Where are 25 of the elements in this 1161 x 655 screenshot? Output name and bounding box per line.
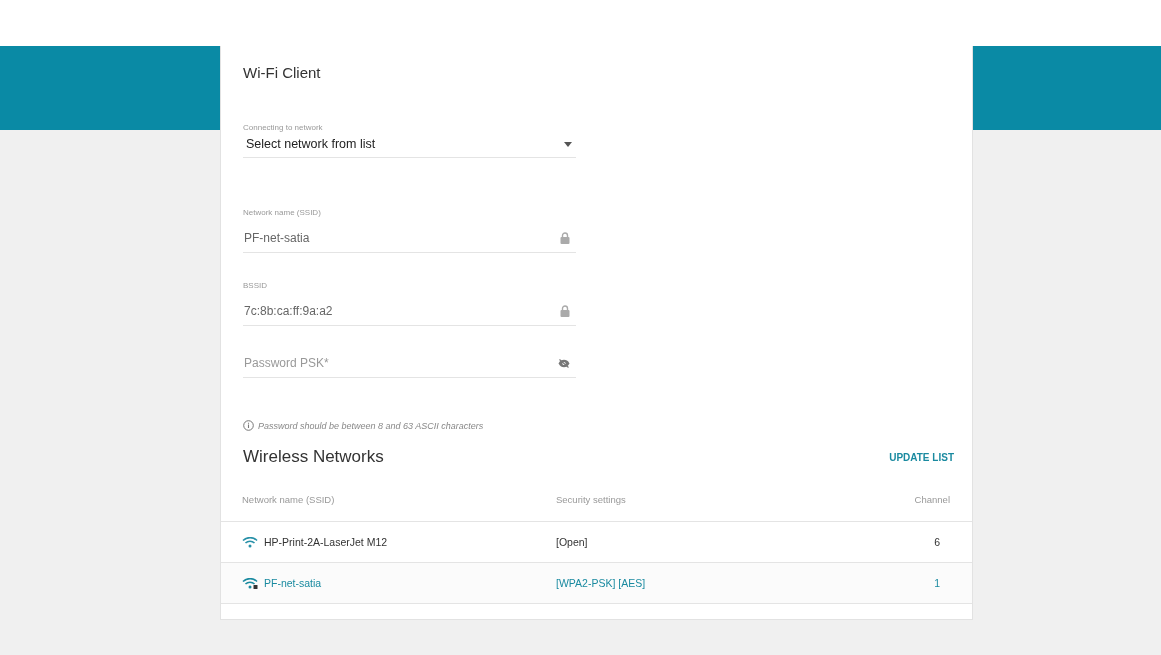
lock-icon — [560, 305, 570, 317]
input-field[interactable]: 7c:8b:ca:ff:9a:a2 — [243, 302, 576, 326]
table-cell-text: [WPA2-PSK] [AES] — [556, 577, 647, 589]
lock-icon — [560, 232, 570, 244]
network-row[interactable]: PF-net-satia [WPA2-PSK] [AES] 1 — [221, 563, 972, 604]
field-label: Network name (SSID) — [243, 208, 322, 217]
caret-icon — [564, 141, 572, 147]
field-label: Connecting to network — [243, 123, 324, 132]
table-cell: PF-net-satia — [264, 577, 322, 589]
field-label: BSSID — [243, 281, 268, 290]
panel-title: Wi-Fi Client — [243, 64, 322, 83]
column-header: Security settings — [556, 493, 627, 505]
update-list-button[interactable]: UPDATE LIST — [889, 447, 954, 467]
table-cell-text: [Open] — [556, 536, 589, 548]
eye-slash-icon[interactable] — [558, 358, 570, 368]
table-cell-text: 1 — [933, 577, 941, 589]
column-header: Channel — [913, 493, 950, 505]
hint-text: Password should be between 8 and 63 ASCII characters — [258, 420, 484, 431]
info-icon — [243, 420, 254, 431]
network-dropdown[interactable]: Select network from list — [243, 132, 576, 158]
input-field[interactable]: PF-net-satia — [243, 229, 576, 253]
section-title: Wireless Networks — [243, 447, 384, 467]
table-cell: HP-Print-2A-LaserJet M12 — [264, 536, 388, 548]
column-header: Network name (SSID) — [241, 493, 336, 505]
table-cell-text: 6 — [933, 536, 941, 548]
